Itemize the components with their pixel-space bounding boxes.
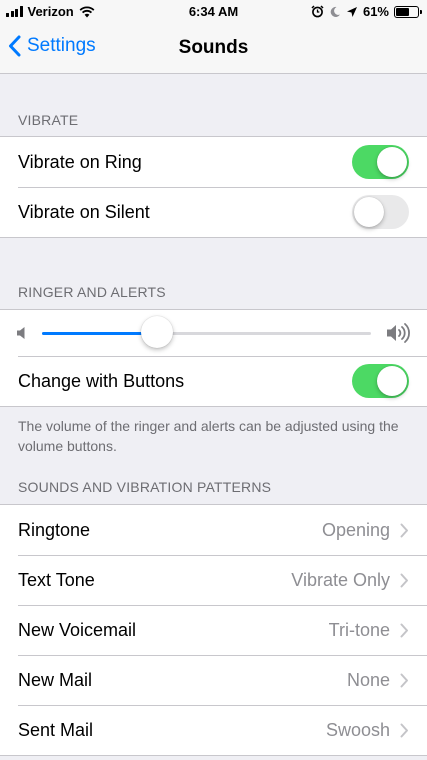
ringer-volume-slider[interactable] [42, 332, 371, 335]
vibrate-on-silent-toggle[interactable] [352, 195, 409, 229]
change-with-buttons-toggle[interactable] [352, 364, 409, 398]
sent-mail-label: Sent Mail [18, 719, 94, 740]
battery-fill [396, 7, 409, 16]
ringer-group: Change with Buttons [0, 309, 427, 407]
ringtone-label: Ringtone [18, 519, 91, 540]
new-voicemail-value: Tri-tone [328, 619, 390, 640]
vibrate-section-header: VIBRATE [18, 112, 79, 128]
change-with-buttons-label: Change with Buttons [18, 370, 185, 391]
volume-high-icon [387, 323, 410, 343]
new-mail-label: New Mail [18, 669, 93, 690]
ringer-footer-note: The volume of the ringer and alerts can … [18, 418, 399, 454]
chevron-right-icon [400, 573, 408, 587]
toggle-knob [377, 147, 407, 177]
vibrate-on-ring-label: Vibrate on Ring [18, 151, 142, 172]
text-tone-row[interactable]: Text Tone Vibrate Only [0, 555, 427, 605]
toggle-knob [377, 366, 407, 396]
ringer-volume-row [0, 310, 427, 356]
vibrate-on-ring-toggle[interactable] [352, 145, 409, 179]
new-voicemail-row[interactable]: New Voicemail Tri-tone [0, 605, 427, 655]
chevron-right-icon [400, 723, 408, 737]
chevron-right-icon [400, 673, 408, 687]
new-mail-value: None [346, 669, 390, 690]
chevron-right-icon [400, 623, 408, 637]
text-tone-label: Text Tone [18, 569, 95, 590]
sent-mail-row[interactable]: Sent Mail Swoosh [0, 705, 427, 755]
new-mail-row[interactable]: New Mail None [0, 655, 427, 705]
volume-low-icon [17, 327, 25, 339]
page-title: Sounds [178, 37, 249, 58]
toggle-knob [354, 197, 384, 227]
navigation-bar: Settings Sounds [0, 24, 427, 74]
do-not-disturb-moon-icon [330, 6, 340, 17]
status-right: 61% [311, 4, 422, 19]
patterns-group: Ringtone Opening Text Tone Vibrate Only … [0, 504, 427, 756]
vibrate-on-silent-row: Vibrate on Silent [0, 187, 427, 237]
sent-mail-value: Swoosh [325, 719, 390, 740]
ringer-volume-fill [42, 332, 158, 335]
ringtone-row[interactable]: Ringtone Opening [0, 505, 427, 555]
ringtone-value: Opening [321, 519, 390, 540]
ringer-volume-thumb[interactable] [141, 316, 174, 348]
patterns-section-header: SOUNDS AND VIBRATION PATTERNS [18, 479, 272, 495]
vibrate-on-silent-label: Vibrate on Silent [18, 201, 150, 222]
battery-percentage: 61% [362, 4, 389, 19]
location-arrow-icon [346, 6, 357, 17]
battery-icon [394, 5, 422, 18]
status-bar: Verizon 6:34 AM 61% [0, 0, 427, 24]
text-tone-value: Vibrate Only [291, 569, 390, 590]
change-with-buttons-row: Change with Buttons [0, 356, 427, 406]
alarm-icon [311, 5, 324, 18]
vibrate-group: Vibrate on Ring Vibrate on Silent [0, 136, 427, 238]
vibrate-on-ring-row: Vibrate on Ring [0, 137, 427, 187]
new-voicemail-label: New Voicemail [18, 619, 137, 640]
chevron-right-icon [400, 523, 408, 537]
ringer-section-header: RINGER AND ALERTS [18, 284, 166, 300]
